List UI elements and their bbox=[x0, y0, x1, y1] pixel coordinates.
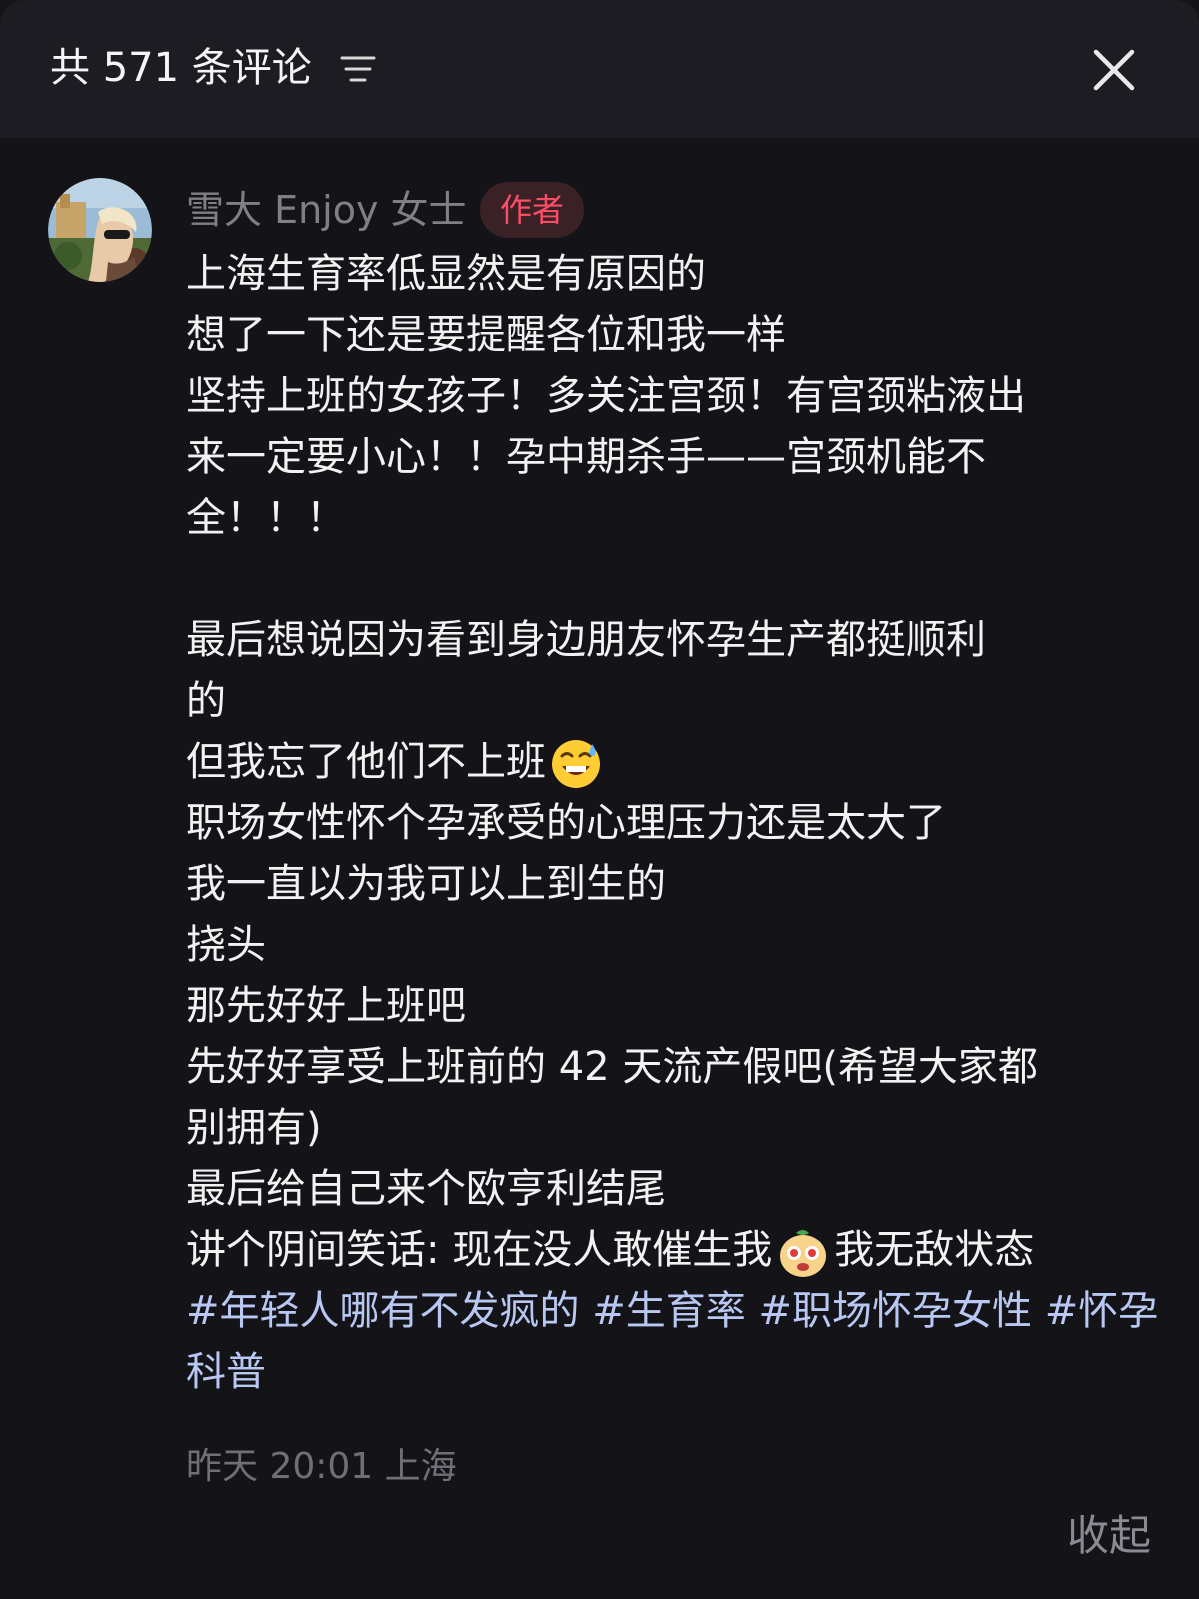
comment-line: 全！！！ bbox=[186, 495, 346, 541]
cute-face-sticker-emoji bbox=[780, 1230, 827, 1277]
comment-line: 我一直以为我可以上到生的 bbox=[186, 861, 666, 907]
comment-line: 职场女性怀个孕承受的心理压力还是太大了 bbox=[186, 800, 946, 846]
close-icon[interactable] bbox=[1090, 46, 1138, 94]
comment-line-text: 讲个阴间笑话: 现在没人敢催生我 bbox=[186, 1227, 773, 1273]
comment-line: 别拥有) bbox=[186, 1105, 322, 1151]
comment-line-with-emoji: 但我忘了他们不上班 bbox=[186, 732, 1166, 793]
comment-time: 昨天 20:01 bbox=[186, 1446, 374, 1487]
comment-line-with-sticker: 讲个阴间笑话: 现在没人敢催生我 我无敌状态 bbox=[186, 1220, 1166, 1281]
hashtag-link[interactable]: #年轻人哪有不发疯的 bbox=[186, 1288, 580, 1334]
hashtag-list: #年轻人哪有不发疯的 #生育率 #职场怀孕女性 #怀孕科普 bbox=[186, 1281, 1166, 1403]
hashtag-link[interactable]: #职场怀孕女性 bbox=[758, 1288, 1032, 1334]
comment-line: 的 bbox=[186, 678, 226, 724]
comment-meta: 昨天 20:01 上海 bbox=[186, 1442, 457, 1492]
comments-count-title: 共 571 条评论 bbox=[50, 45, 312, 91]
author-badge: 作者 bbox=[480, 182, 584, 238]
sweat-smile-emoji bbox=[552, 740, 600, 788]
comment-line-text: 但我忘了他们不上班 bbox=[186, 739, 546, 785]
comment-line: 那先好好上班吧 bbox=[186, 983, 466, 1029]
collapse-button[interactable]: 收起 bbox=[1067, 1508, 1151, 1564]
sort-lines-icon[interactable] bbox=[340, 52, 380, 88]
comment-location: 上海 bbox=[384, 1446, 457, 1487]
comment-line: 坚持上班的女孩子！多关注宫颈！有宫颈粘液出 bbox=[186, 373, 1026, 419]
author-name[interactable]: 雪大 Enjoy 女士 bbox=[186, 182, 467, 238]
comments-header: 共 571 条评论 bbox=[0, 0, 1199, 138]
hashtag-link[interactable]: #生育率 bbox=[592, 1288, 746, 1334]
comment-text: 上海生育率低显然是有原因的 想了一下还是要提醒各位和我一样 坚持上班的女孩子！多… bbox=[186, 244, 1166, 1403]
comment-line: 最后给自己来个欧亨利结尾 bbox=[186, 1166, 666, 1212]
comment-line: 先好好享受上班前的 42 天流产假吧(希望大家都 bbox=[186, 1044, 1038, 1090]
comment-line: 想了一下还是要提醒各位和我一样 bbox=[186, 312, 786, 358]
comment-line: 挠头 bbox=[186, 922, 266, 968]
comment-line: 最后想说因为看到身边朋友怀孕生产都挺顺利 bbox=[186, 617, 986, 663]
avatar[interactable] bbox=[48, 178, 152, 282]
comment-line-text: 我无敌状态 bbox=[834, 1227, 1035, 1273]
comment-line: 来一定要小心！！孕中期杀手——宫颈机能不 bbox=[186, 434, 986, 480]
comment-line: 上海生育率低显然是有原因的 bbox=[186, 251, 706, 297]
